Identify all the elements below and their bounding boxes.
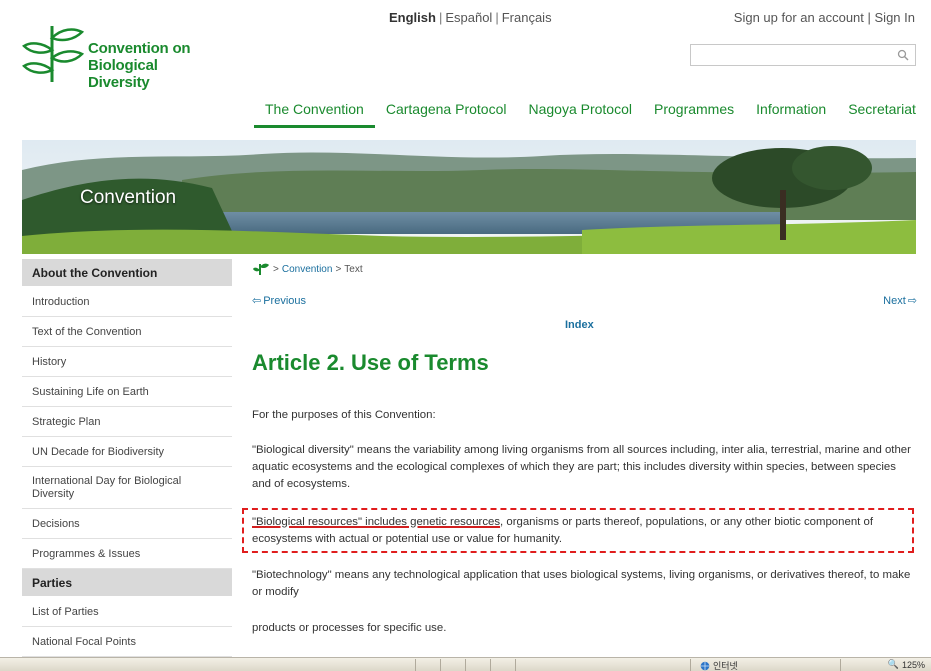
- breadcrumb: > Convention > Text: [252, 262, 363, 276]
- sidebar-item-strategic-plan[interactable]: Strategic Plan: [22, 407, 232, 437]
- signin-link[interactable]: Sign In: [875, 10, 915, 25]
- globe-icon: [700, 661, 710, 670]
- security-zone: 인터넷: [700, 659, 738, 671]
- separator: |: [495, 10, 499, 25]
- paragraph-biological-diversity: "Biological diversity" means the variabi…: [252, 444, 911, 490]
- nav-cartagena-protocol[interactable]: Cartagena Protocol: [375, 101, 518, 128]
- logo-text: Convention on Biological Diversity: [88, 40, 222, 91]
- sidebar-item-national-focal-points[interactable]: National Focal Points: [22, 627, 232, 657]
- sidebar-heading-parties: Parties: [22, 569, 232, 597]
- article-title: Article 2. Use of Terms: [252, 350, 489, 375]
- main-navigation: The Convention Cartagena Protocol Nagoya…: [254, 101, 927, 128]
- sidebar-item-list-of-parties[interactable]: List of Parties: [22, 597, 232, 627]
- sidebar: About the Convention Introduction Text o…: [22, 259, 232, 657]
- lang-english[interactable]: English: [389, 10, 436, 25]
- underlined-term: "Biological resources" includes genetic …: [252, 516, 501, 528]
- logo-line2: Biological Diversity: [88, 57, 158, 91]
- sidebar-item-international-day[interactable]: International Day for Biological Diversi…: [22, 467, 232, 509]
- breadcrumb-current: Text: [344, 263, 363, 275]
- paragraph-products: products or processes for specific use.: [252, 622, 447, 634]
- signup-link[interactable]: Sign up for an account: [734, 10, 864, 25]
- sidebar-heading-about: About the Convention: [22, 259, 232, 287]
- sidebar-item-un-decade[interactable]: UN Decade for Biodiversity: [22, 437, 232, 467]
- cbd-logo[interactable]: Convention on Biological Diversity: [22, 24, 222, 91]
- paragraph-biotechnology: "Biotechnology" means any technological …: [252, 569, 911, 598]
- nav-nagoya-protocol[interactable]: Nagoya Protocol: [517, 101, 643, 128]
- language-switcher: English | Español | Français: [389, 10, 552, 25]
- breadcrumb-separator: >: [273, 263, 279, 275]
- next-link[interactable]: Next ⇨: [883, 294, 917, 308]
- search-box: [690, 44, 916, 66]
- sidebar-item-introduction[interactable]: Introduction: [22, 287, 232, 317]
- logo-line1: Convention on: [88, 40, 191, 57]
- banner-title: Convention: [80, 187, 177, 208]
- paragraph-intro: For the purposes of this Convention:: [252, 409, 436, 421]
- zoom-control[interactable]: 🔍 125%: [888, 659, 925, 670]
- sidebar-item-programmes-issues[interactable]: Programmes & Issues: [22, 539, 232, 569]
- account-links: Sign up for an account | Sign In: [734, 10, 915, 25]
- previous-link[interactable]: ⇦ Previous: [252, 294, 307, 308]
- search-input[interactable]: [691, 45, 891, 65]
- nav-information[interactable]: Information: [745, 101, 837, 128]
- browser-status-bar: 인터넷 🔍 125%: [0, 657, 931, 671]
- separator: |: [438, 10, 443, 25]
- arrow-left-icon: ⇦: [252, 295, 262, 307]
- breadcrumb-separator: >: [335, 263, 342, 275]
- sidebar-item-text-of-convention[interactable]: Text of the Convention: [22, 317, 232, 347]
- sidebar-item-sustaining-life[interactable]: Sustaining Life on Earth: [22, 377, 232, 407]
- nav-programmes[interactable]: Programmes: [643, 101, 745, 128]
- search-icon[interactable]: [897, 48, 909, 66]
- nav-the-convention[interactable]: The Convention: [254, 101, 375, 128]
- leaf-logo-icon: [22, 26, 84, 82]
- separator: |: [867, 10, 875, 25]
- lang-espanol[interactable]: Español: [445, 10, 492, 25]
- next-label: Next: [883, 294, 906, 307]
- arrow-right-icon: ⇨: [907, 295, 917, 307]
- header-banner: Convention: [22, 140, 916, 254]
- zone-label: 인터넷: [713, 661, 738, 671]
- previous-label: Previous: [263, 294, 307, 307]
- nav-secretariat[interactable]: Secretariat: [837, 101, 927, 128]
- sidebar-item-history[interactable]: History: [22, 347, 232, 377]
- sidebar-item-decisions[interactable]: Decisions: [22, 509, 232, 539]
- zoom-magnifier-icon: 🔍: [887, 659, 899, 669]
- zoom-level: 125%: [901, 659, 925, 670]
- home-leaf-icon[interactable]: [252, 262, 270, 276]
- lang-francais[interactable]: Français: [502, 10, 552, 25]
- paragraph-biological-resources: "Biological resources" includes genetic …: [252, 514, 912, 548]
- index-link[interactable]: Index: [565, 319, 594, 331]
- breadcrumb-convention-link[interactable]: Convention: [282, 264, 333, 275]
